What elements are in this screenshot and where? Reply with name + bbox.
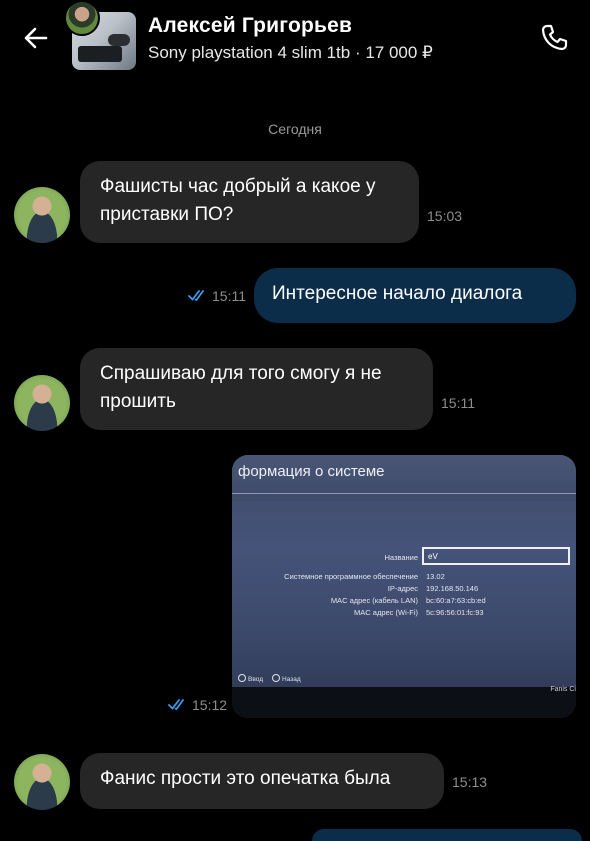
arrow-left-icon xyxy=(24,27,48,49)
photo-back-hint: Назад xyxy=(272,674,301,683)
message-bubble-incoming[interactable]: Фашисты час добрый а какое у приставки П… xyxy=(80,161,419,243)
message-time: 15:11 xyxy=(441,395,475,411)
sender-avatar[interactable] xyxy=(14,375,70,431)
back-button[interactable] xyxy=(18,20,54,56)
message-time: 15:13 xyxy=(452,774,488,790)
message-bubble-incoming[interactable]: Спрашиваю для того смогу я не прошить xyxy=(80,348,433,430)
message-bubble-outgoing[interactable]: Интересное начало диалога xyxy=(254,268,576,323)
photo-corner-text: Fanis Ci xyxy=(550,686,576,693)
row-value: 192.168.50.146 xyxy=(426,584,479,593)
read-checkmark-icon xyxy=(188,290,204,301)
message-text: Фанис прости это опечатка была xyxy=(100,768,391,789)
row-value: eV xyxy=(428,552,438,561)
circle-button-icon xyxy=(272,674,280,682)
call-button[interactable] xyxy=(538,22,570,54)
message-time: 15:11 xyxy=(212,288,246,304)
date-separator: Сегодня xyxy=(268,121,322,137)
message-time: 15:03 xyxy=(427,208,463,224)
phone-icon xyxy=(541,24,568,51)
sender-avatar[interactable] xyxy=(14,754,70,810)
message-bubble-incoming[interactable]: Фанис прости это опечатка была xyxy=(80,753,444,809)
divider xyxy=(232,493,576,494)
message-text: Спрашиваю для того смогу я не прошить xyxy=(100,363,382,412)
message-text: Интересное начало диалога xyxy=(272,283,523,304)
name-field-highlight: eV xyxy=(422,547,570,565)
read-checkmark-icon xyxy=(168,699,184,710)
message-text: Фашисты час добрый а какое у приставки П… xyxy=(100,176,376,225)
photo-enter-hint: Ввод xyxy=(238,674,263,683)
message-time: 15:12 xyxy=(192,697,228,713)
photo-screen-title: формация о системе xyxy=(238,463,385,480)
contact-avatar[interactable] xyxy=(64,0,100,36)
row-label: MAC адрес (Wi-Fi) xyxy=(354,608,418,617)
contact-name[interactable]: Алексей Григорьев xyxy=(148,14,352,38)
row-label: IP-адрес xyxy=(387,584,418,593)
circle-button-icon xyxy=(238,674,246,682)
row-label: Системное программное обеспечение xyxy=(284,572,418,581)
chat-header: Алексей Григорьев Sony playstation 4 sli… xyxy=(0,0,590,100)
row-value: 13.02 xyxy=(426,572,445,581)
photo-attachment[interactable]: формация о системе eV Название Системное… xyxy=(232,455,576,718)
row-value: 5c:96:56:01:fc:93 xyxy=(426,608,484,617)
listing-subtitle[interactable]: Sony playstation 4 slim 1tb · 17 000 ₽ xyxy=(148,43,433,63)
row-label: MAC адрес (кабель LAN) xyxy=(330,596,418,605)
row-label: Название xyxy=(384,553,418,562)
row-value: bc:60:a7:63:cb:ed xyxy=(426,596,486,605)
sender-avatar[interactable] xyxy=(14,187,70,243)
message-bubble-outgoing[interactable] xyxy=(312,829,582,841)
